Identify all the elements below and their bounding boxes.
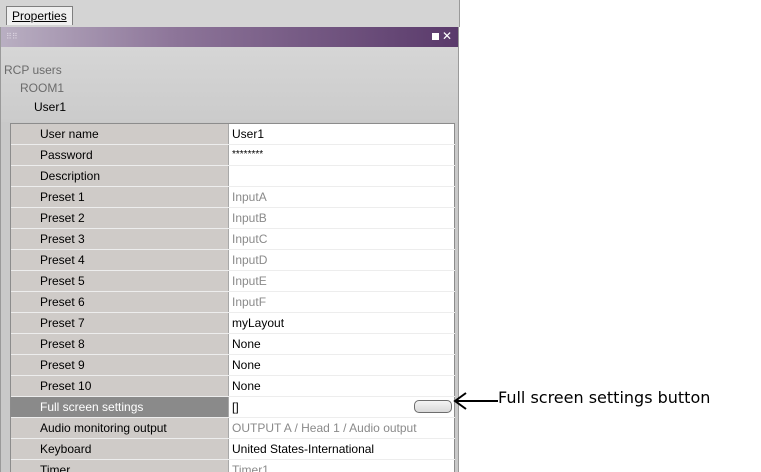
property-name[interactable]: Preset 6 <box>11 292 229 312</box>
property-row[interactable]: Full screen settings[] <box>11 397 455 418</box>
property-value[interactable] <box>229 166 455 186</box>
property-value[interactable]: InputB <box>229 208 455 228</box>
callout-arrow-icon <box>453 392 498 410</box>
tab-strip: Properties <box>0 0 460 27</box>
property-value[interactable]: OUTPUT A / Head 1 / Audio output <box>229 418 455 438</box>
property-name[interactable]: Preset 2 <box>11 208 229 228</box>
property-row[interactable]: Preset 10 None <box>11 376 455 397</box>
property-value[interactable]: Timer1 <box>229 460 455 472</box>
property-name[interactable]: Description <box>11 166 229 186</box>
property-row[interactable]: User name User1 <box>11 124 455 145</box>
property-row[interactable]: Preset 5 InputE <box>11 271 455 292</box>
properties-panel: ⠿⠿ ✕ RCP users ROOM1 User1 User name User… <box>0 27 459 472</box>
property-value[interactable]: None <box>229 376 455 396</box>
property-name[interactable]: Audio monitoring output <box>11 418 229 438</box>
property-row[interactable]: Preset 8 None <box>11 334 455 355</box>
property-value[interactable]: InputE <box>229 271 455 291</box>
property-row[interactable]: Audio monitoring output OUTPUT A / Head 1… <box>11 418 455 439</box>
property-name[interactable]: Preset 3 <box>11 229 229 249</box>
close-icon[interactable]: ✕ <box>442 29 452 43</box>
property-name[interactable]: Full screen settings <box>11 397 229 417</box>
property-name[interactable]: User name <box>11 124 229 144</box>
property-value[interactable]: myLayout <box>229 313 455 333</box>
property-name[interactable]: Preset 7 <box>11 313 229 333</box>
property-row[interactable]: Preset 3 InputC <box>11 229 455 250</box>
property-row[interactable]: Preset 9 None <box>11 355 455 376</box>
property-grid: User name User1 Password ******** Descriptio… <box>10 123 455 472</box>
property-name[interactable]: Preset 8 <box>11 334 229 354</box>
tree-node-rcp-users[interactable]: RCP users <box>4 63 62 77</box>
property-row[interactable]: Preset 1 InputA <box>11 187 455 208</box>
tree-node-user[interactable]: User1 <box>34 100 66 114</box>
property-name[interactable]: Preset 1 <box>11 187 229 207</box>
property-value[interactable]: InputC <box>229 229 455 249</box>
property-value[interactable]: InputA <box>229 187 455 207</box>
property-value[interactable]: None <box>229 334 455 354</box>
property-value[interactable]: United States-International <box>229 439 455 459</box>
property-name[interactable]: Timer <box>11 460 229 472</box>
property-row[interactable]: Description <box>11 166 455 187</box>
full-screen-settings-button[interactable] <box>414 400 452 413</box>
properties-window-screenshot: Properties ⠿⠿ ✕ RCP users ROOM1 User1 Us… <box>0 0 761 472</box>
tree-node-room[interactable]: ROOM1 <box>20 81 64 95</box>
property-value[interactable]: ******** <box>229 145 455 165</box>
property-name[interactable]: Password <box>11 145 229 165</box>
drag-grip-icon[interactable]: ⠿⠿ <box>6 33 18 41</box>
property-row[interactable]: Preset 6 InputF <box>11 292 455 313</box>
property-row[interactable]: Preset 7 myLayout <box>11 313 455 334</box>
property-value[interactable]: None <box>229 355 455 375</box>
property-value[interactable]: User1 <box>229 124 455 144</box>
property-row[interactable]: Preset 2 InputB <box>11 208 455 229</box>
property-name[interactable]: Preset 10 <box>11 376 229 396</box>
property-row[interactable]: Keyboard United States-International <box>11 439 455 460</box>
property-name[interactable]: Preset 4 <box>11 250 229 270</box>
property-name[interactable]: Keyboard <box>11 439 229 459</box>
panel-title-bar[interactable]: ⠿⠿ ✕ <box>1 27 458 47</box>
property-name[interactable]: Preset 5 <box>11 271 229 291</box>
property-value[interactable]: InputD <box>229 250 455 270</box>
property-row[interactable]: Preset 4 InputD <box>11 250 455 271</box>
property-row[interactable]: Timer Timer1 <box>11 460 455 472</box>
property-name[interactable]: Preset 9 <box>11 355 229 375</box>
property-row[interactable]: Password ******** <box>11 145 455 166</box>
property-value[interactable]: InputF <box>229 292 455 312</box>
selection-tree: RCP users ROOM1 User1 <box>1 47 458 122</box>
callout-label: Full screen settings button <box>498 388 711 407</box>
restore-icon[interactable] <box>432 33 439 40</box>
tab-properties[interactable]: Properties <box>6 6 73 25</box>
